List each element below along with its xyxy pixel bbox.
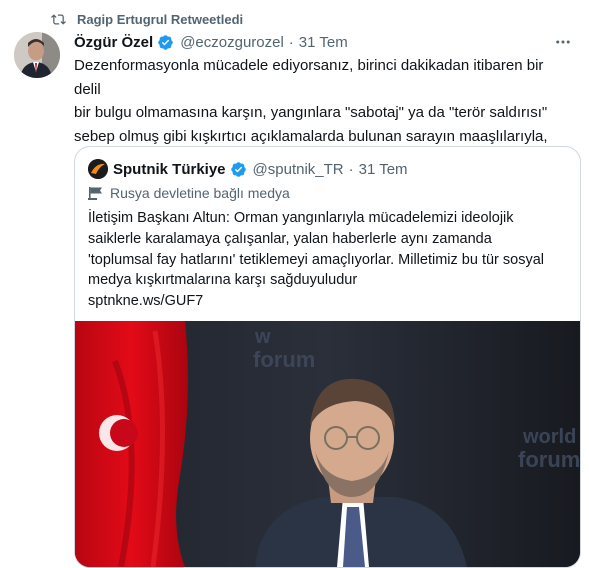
author-handle[interactable]: @eczozgurozel (180, 34, 284, 51)
separator-dot: · (288, 33, 294, 51)
retweet-label: Ragip Ertugrul Retweetledi (77, 11, 244, 27)
backdrop-text-3: world (522, 426, 576, 448)
tweet-date[interactable]: 31 Tem (299, 34, 348, 51)
tweet-header: Özgür Özel @eczozgurozel · 31 Tem (74, 31, 575, 53)
retweet-context[interactable]: Ragip Ertugrul Retweetledi (50, 9, 243, 29)
quote-author-name[interactable]: Sputnik Türkiye (113, 161, 226, 178)
retweet-icon (50, 12, 67, 27)
quote-handle[interactable]: @sputnik_TR (253, 161, 344, 178)
state-media-label[interactable]: Rusya devletine bağlı medya (88, 183, 290, 203)
verified-badge-icon (157, 34, 174, 51)
more-icon[interactable] (551, 31, 575, 53)
quote-image[interactable]: w forum world forum (75, 321, 580, 567)
quote-date[interactable]: 31 Tem (359, 161, 408, 178)
state-media-text: Rusya devletine bağlı medya (110, 185, 290, 201)
quoted-tweet[interactable]: Sputnik Türkiye @sputnik_TR · 31 Tem Rus… (74, 146, 581, 568)
state-media-flag-icon (88, 186, 104, 200)
quote-header: Sputnik Türkiye @sputnik_TR · 31 Tem (88, 159, 408, 179)
backdrop-text-4: forum (518, 447, 580, 472)
quote-text: İletişim Başkanı Altun: Orman yangınları… (88, 210, 544, 310)
quote-verified-badge-icon (230, 161, 247, 178)
author-name[interactable]: Özgür Özel (74, 34, 153, 51)
quote-avatar (88, 159, 108, 179)
backdrop-text-2: forum (253, 347, 315, 372)
quote-separator-dot: · (348, 160, 354, 178)
backdrop-text-1: w (254, 326, 271, 348)
author-avatar[interactable] (14, 32, 60, 78)
